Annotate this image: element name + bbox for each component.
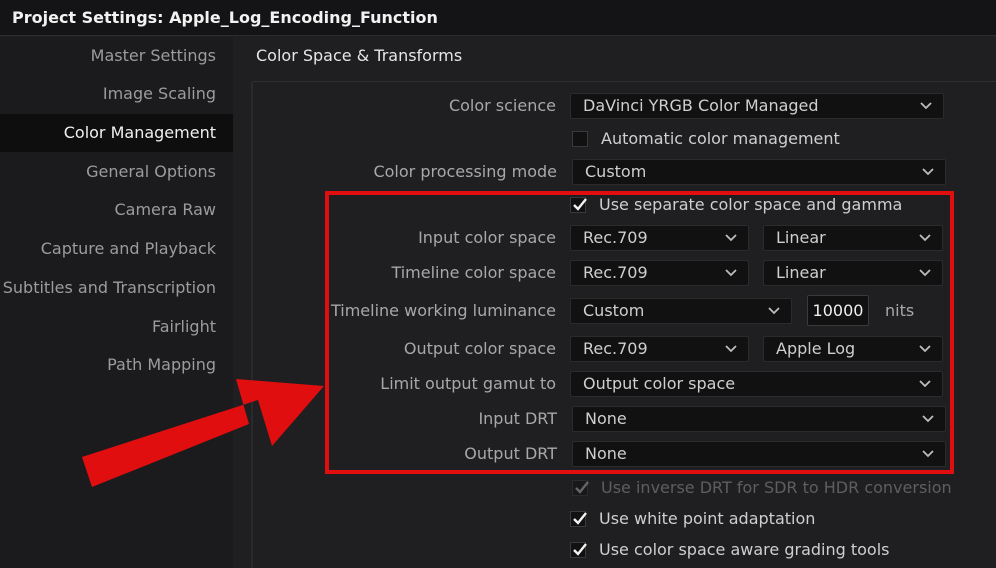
section-title: Color Space & Transforms xyxy=(256,46,463,65)
white-point-checkbox[interactable] xyxy=(570,511,587,527)
output-color-space-label: Output color space xyxy=(403,339,556,358)
timeline-color-space-value: Rec.709 xyxy=(583,263,648,282)
nits-input[interactable] xyxy=(808,296,868,325)
sidebar-item-master-settings[interactable]: Master Settings xyxy=(0,37,233,75)
timeline-luminance-dropdown[interactable]: Custom xyxy=(570,298,792,324)
aware-tools-checkbox[interactable] xyxy=(570,542,587,558)
sidebar-item-general-options[interactable]: General Options xyxy=(0,153,233,191)
processing-mode-label: Color processing mode xyxy=(373,162,557,181)
color-science-label: Color science xyxy=(448,96,556,115)
sidebar-item-image-scaling[interactable]: Image Scaling xyxy=(0,75,233,113)
output-gamma-value: Apple Log xyxy=(776,339,856,358)
sidebar-item-fairlight[interactable]: Fairlight xyxy=(0,308,233,346)
timeline-color-space-label: Timeline color space xyxy=(391,263,556,282)
limit-gamut-dropdown[interactable]: Output color space xyxy=(570,371,943,397)
separate-gamma-checkbox[interactable] xyxy=(570,197,587,213)
output-drt-value: None xyxy=(585,444,627,463)
title-bar: Project Settings: Apple_Log_Encoding_Fun… xyxy=(0,0,996,36)
output-drt-label: Output DRT xyxy=(464,444,557,463)
section-divider xyxy=(252,81,996,82)
checkmark-icon xyxy=(573,198,587,211)
separate-gamma-label: Use separate color space and gamma xyxy=(599,195,903,214)
processing-mode-dropdown[interactable]: Custom xyxy=(572,159,946,185)
sidebar-item-camera-raw[interactable]: Camera Raw xyxy=(0,191,233,229)
chevron-down-icon xyxy=(919,380,931,388)
timeline-luminance-label: Timeline working luminance xyxy=(330,301,556,320)
output-drt-dropdown[interactable]: None xyxy=(572,441,946,467)
white-point-label: Use white point adaptation xyxy=(599,509,816,528)
sidebar-item-subtitles-transcription[interactable]: Subtitles and Transcription xyxy=(0,269,233,307)
chevron-down-icon xyxy=(919,345,931,353)
color-science-value: DaVinci YRGB Color Managed xyxy=(583,96,819,115)
input-drt-value: None xyxy=(585,409,627,428)
color-science-dropdown[interactable]: DaVinci YRGB Color Managed xyxy=(570,93,944,119)
input-drt-label: Input DRT xyxy=(478,409,557,428)
chevron-down-icon xyxy=(725,234,737,242)
settings-sidebar: Master Settings Image Scaling Color Mana… xyxy=(0,37,233,568)
processing-mode-value: Custom xyxy=(585,162,647,181)
output-gamma-dropdown[interactable]: Apple Log xyxy=(763,336,943,362)
input-gamma-dropdown[interactable]: Linear xyxy=(763,225,943,251)
inverse-drt-checkbox xyxy=(572,480,589,496)
chevron-down-icon xyxy=(919,269,931,277)
output-color-space-value: Rec.709 xyxy=(583,339,648,358)
window-title: Project Settings: Apple_Log_Encoding_Fun… xyxy=(12,8,438,27)
chevron-down-icon xyxy=(922,168,934,176)
nits-input-box xyxy=(807,295,869,326)
timeline-color-space-dropdown[interactable]: Rec.709 xyxy=(570,260,749,286)
input-color-space-value: Rec.709 xyxy=(583,228,648,247)
auto-color-mgmt-label: Automatic color management xyxy=(601,129,840,148)
sidebar-item-color-management[interactable]: Color Management xyxy=(0,114,233,152)
chevron-down-icon xyxy=(920,102,932,110)
aware-tools-label: Use color space aware grading tools xyxy=(599,540,890,559)
chevron-down-icon xyxy=(768,307,780,315)
checkmark-icon xyxy=(575,481,589,494)
checkmark-icon xyxy=(573,512,587,525)
sidebar-item-capture-playback[interactable]: Capture and Playback xyxy=(0,230,233,268)
chevron-down-icon xyxy=(725,345,737,353)
timeline-gamma-dropdown[interactable]: Linear xyxy=(763,260,943,286)
input-drt-dropdown[interactable]: None xyxy=(572,406,946,432)
chevron-down-icon xyxy=(922,450,934,458)
limit-gamut-value: Output color space xyxy=(583,374,736,393)
timeline-luminance-value: Custom xyxy=(583,301,645,320)
chevron-down-icon xyxy=(725,269,737,277)
timeline-gamma-value: Linear xyxy=(776,263,826,282)
inverse-drt-label: Use inverse DRT for SDR to HDR conversio… xyxy=(601,478,952,497)
input-color-space-dropdown[interactable]: Rec.709 xyxy=(570,225,749,251)
chevron-down-icon xyxy=(922,415,934,423)
auto-color-mgmt-checkbox[interactable] xyxy=(572,131,588,147)
input-color-space-label: Input color space xyxy=(418,228,556,247)
panel-border xyxy=(251,82,253,568)
input-gamma-value: Linear xyxy=(776,228,826,247)
output-color-space-dropdown[interactable]: Rec.709 xyxy=(570,336,749,362)
chevron-down-icon xyxy=(919,234,931,242)
checkmark-icon xyxy=(573,543,587,556)
sidebar-item-path-mapping[interactable]: Path Mapping xyxy=(0,346,233,384)
limit-gamut-label: Limit output gamut to xyxy=(380,374,556,393)
nits-unit-label: nits xyxy=(885,301,915,320)
